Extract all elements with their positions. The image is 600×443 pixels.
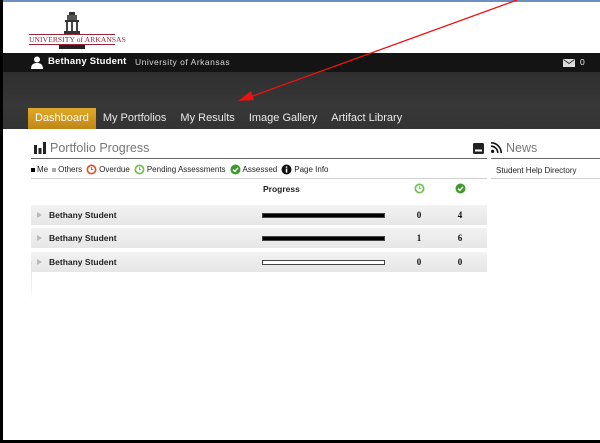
main-nav: Dashboard My Portfolios My Results Image… — [3, 72, 600, 129]
legend-pending: Pending Assessments — [134, 164, 226, 175]
assessed-count: 6 — [457, 233, 463, 243]
news-link-student-help-directory[interactable]: Student Help Directory — [496, 166, 576, 175]
university-logo[interactable]: UNIVERSITY of ARKANSAS — [29, 12, 126, 50]
logo-subbar — [59, 45, 85, 49]
panel-edge — [31, 262, 32, 302]
rss-icon — [491, 142, 502, 153]
pending-count: 0 — [416, 210, 422, 220]
user-bar: Bethany Student University of Arkansas 0 — [3, 53, 600, 72]
tab-image-gallery[interactable]: Image Gallery — [242, 108, 324, 129]
user-name[interactable]: Bethany Student — [48, 56, 126, 67]
progress-bar — [262, 236, 385, 241]
legend-me: Me — [31, 165, 48, 174]
mail-icon[interactable] — [563, 59, 575, 67]
others-swatch — [52, 167, 57, 172]
assessed-check-icon — [455, 183, 466, 194]
table-row[interactable]: Bethany Student 0 0 — [31, 252, 487, 273]
student-name: Bethany Student — [49, 257, 117, 267]
progress-bar — [262, 213, 385, 218]
progress-bar-fill — [263, 237, 384, 240]
overdue-clock-icon — [86, 164, 97, 175]
table-divider — [31, 178, 487, 179]
user-icon — [31, 56, 43, 69]
expand-arrow-icon[interactable] — [37, 212, 42, 218]
portfolio-divider — [31, 158, 487, 159]
expand-arrow-icon[interactable] — [37, 235, 42, 241]
legend-others-label: Others — [58, 165, 83, 174]
tab-artifact-library[interactable]: Artifact Library — [324, 108, 409, 129]
pending-count: 1 — [416, 233, 422, 243]
tab-my-results[interactable]: My Results — [173, 108, 241, 129]
assessed-check-icon — [230, 164, 241, 175]
legend-page-info-label: Page Info — [294, 165, 329, 174]
assessed-count: 4 — [457, 210, 463, 220]
legend-others: Others — [52, 165, 82, 174]
pending-count: 0 — [416, 257, 422, 267]
news-divider — [491, 158, 600, 159]
expand-arrow-icon[interactable] — [37, 259, 42, 265]
top-border — [3, 0, 600, 2]
logo-wordmark: UNIVERSITY of ARKANSAS — [29, 34, 126, 45]
legend-assessed: Assessed — [230, 164, 278, 175]
student-name: Bethany Student — [49, 233, 117, 243]
table-row[interactable]: Bethany Student 1 6 — [31, 228, 487, 249]
organization-name: University of Arkansas — [135, 57, 231, 67]
minimize-icon[interactable] — [473, 143, 484, 154]
tab-my-portfolios[interactable]: My Portfolios — [96, 108, 174, 129]
bar-chart-icon — [34, 142, 46, 154]
building-icon — [64, 12, 80, 34]
portfolio-title: Portfolio Progress — [50, 141, 150, 155]
tab-dashboard[interactable]: Dashboard — [28, 108, 96, 129]
nav-tabs: Dashboard My Portfolios My Results Image… — [28, 108, 409, 129]
me-swatch — [31, 167, 35, 172]
pending-clock-icon — [414, 183, 425, 194]
legend-overdue-label: Overdue — [99, 165, 130, 174]
table-header: Progress — [31, 182, 487, 197]
legend-me-label: Me — [37, 165, 49, 174]
legend: Me Others Overdue Pending Assessments As… — [31, 163, 332, 176]
news-item-divider — [491, 178, 600, 179]
news-title: News — [506, 141, 538, 155]
progress-bar — [262, 260, 385, 265]
legend-assessed-label: Assessed — [242, 165, 278, 174]
legend-overdue: Overdue — [86, 164, 130, 175]
info-icon — [281, 164, 292, 175]
progress-bar-fill — [263, 214, 384, 217]
student-name: Bethany Student — [49, 210, 117, 220]
legend-pending-label: Pending Assessments — [146, 165, 226, 174]
legend-page-info[interactable]: Page Info — [281, 164, 328, 175]
message-count[interactable]: 0 — [580, 57, 585, 67]
pending-clock-icon — [134, 164, 145, 175]
table-row[interactable]: Bethany Student 0 4 — [31, 205, 487, 226]
progress-column-header: Progress — [263, 184, 300, 194]
assessed-count: 0 — [457, 257, 463, 267]
